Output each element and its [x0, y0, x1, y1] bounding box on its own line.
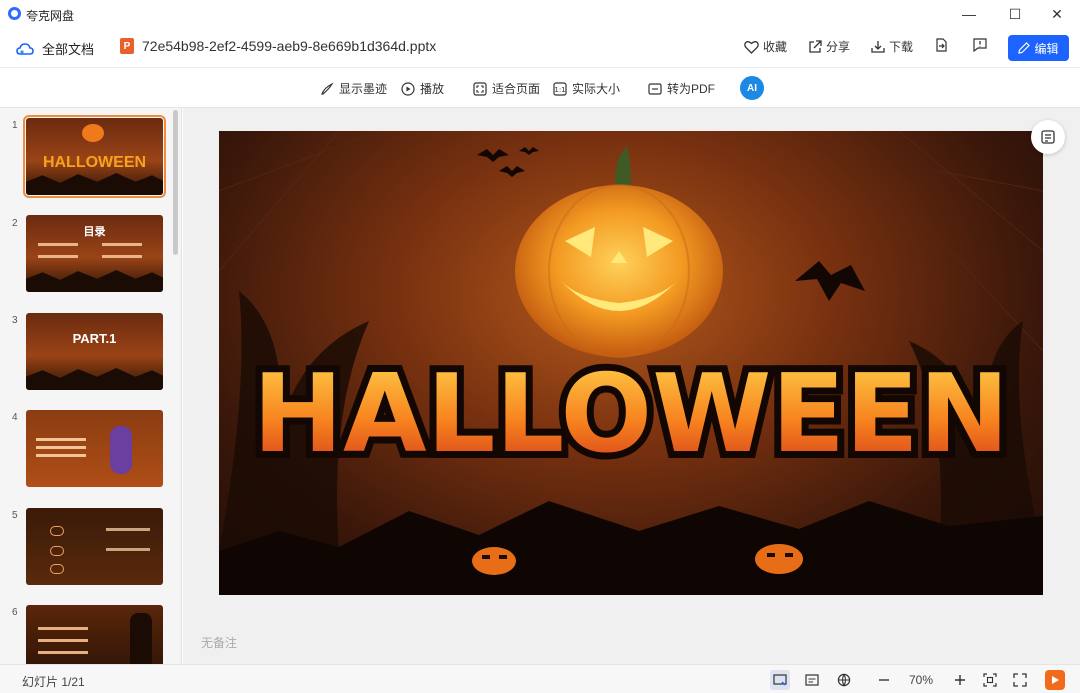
thumbnail-number: 6: [12, 607, 18, 618]
feedback-button[interactable]: [973, 38, 987, 52]
pdf-icon: [648, 82, 662, 95]
download-button[interactable]: 下载: [871, 38, 913, 55]
ink-pen-icon: [321, 82, 334, 95]
app-logo-icon: [8, 7, 21, 20]
thumbnail-title: 目录: [83, 226, 106, 238]
slide-thumbnail-2[interactable]: 目录: [26, 215, 163, 292]
thumbnail-number: 2: [12, 218, 18, 229]
close-button[interactable]: ✕: [1034, 0, 1080, 28]
svg-text:1:1: 1:1: [554, 86, 565, 94]
notes-placeholder[interactable]: 无备注: [201, 634, 237, 651]
slide-thumbnail-5[interactable]: [26, 508, 163, 585]
fit-page-icon: [473, 81, 487, 96]
fullscreen-button[interactable]: [1010, 670, 1030, 690]
thumbnail-number: 1: [12, 120, 18, 131]
slideshow-button[interactable]: [1045, 670, 1065, 690]
pencil-icon: [1018, 42, 1031, 54]
share-button[interactable]: 分享: [808, 38, 850, 55]
slide-canvas: HALLOWEEN HALLOWEEN: [219, 131, 1043, 595]
status-bar: 幻灯片 1/21 70%: [0, 664, 1080, 693]
thumbnail-scrollbar[interactable]: [173, 110, 178, 255]
slide-thumbnail-3[interactable]: PART.1: [26, 313, 163, 390]
actual-size-button[interactable]: 1:1 实际大小: [553, 80, 620, 97]
favorite-button[interactable]: 收藏: [744, 38, 787, 55]
thumbnail-number: 3: [12, 315, 18, 326]
play-label: 播放: [420, 82, 445, 96]
fullscreen-icon: [1013, 673, 1027, 687]
slide-counter: 幻灯片 1/21: [22, 675, 85, 689]
convert-pdf-button[interactable]: 转为PDF: [648, 80, 715, 97]
export-icon: [936, 38, 947, 52]
slide-thumbnail-4[interactable]: [26, 410, 163, 487]
globe-icon: [837, 673, 851, 687]
play-icon: [1052, 676, 1059, 684]
slide-thumbnail-6[interactable]: [26, 605, 163, 664]
title-bar: 夸克网盘 — ☐ ✕: [0, 0, 1080, 28]
minus-icon: [879, 679, 889, 681]
share-icon: [809, 39, 822, 53]
slide-thumbnail-1[interactable]: HALLOWEEN: [23, 115, 166, 198]
viewer-toolbar: 显示墨迹 播放 适合页面 1:1 实际大小 转为PDF AI: [0, 68, 1080, 108]
zoom-out-button[interactable]: [874, 670, 894, 690]
play-icon: [401, 81, 415, 96]
thumbnail-number: 4: [12, 412, 18, 423]
fit-page-button[interactable]: 适合页面: [473, 80, 540, 97]
all-files-button[interactable]: 全部文档: [16, 39, 94, 58]
show-ink-button[interactable]: 显示墨迹: [320, 80, 387, 97]
thumbnail-number: 5: [12, 510, 18, 521]
zoom-level[interactable]: 70%: [909, 673, 933, 687]
favorite-label: 收藏: [763, 40, 788, 54]
feedback-icon: [973, 38, 987, 52]
actual-size-icon: 1:1: [553, 81, 567, 96]
share-label: 分享: [826, 40, 851, 54]
play-button[interactable]: 播放: [401, 80, 444, 97]
file-title: P 72e54b98-2ef2-4599-aeb9-8e669b1d364d.p…: [120, 38, 436, 54]
app-name: 夸克网盘: [26, 9, 75, 23]
ai-button[interactable]: AI: [740, 76, 764, 100]
to-pdf-label: 转为PDF: [667, 82, 716, 96]
show-ink-label: 显示墨迹: [339, 82, 388, 96]
actual-size-label: 实际大小: [572, 82, 621, 96]
thumbnail-title: HALLOWEEN: [42, 154, 147, 171]
all-files-label: 全部文档: [42, 42, 95, 57]
zoom-in-button[interactable]: [950, 670, 970, 690]
fit-window-icon: [983, 673, 997, 687]
slide-view-icon: [773, 674, 787, 686]
normal-view-button[interactable]: [770, 670, 790, 690]
cloud-icon: [16, 42, 34, 55]
notes-view-icon: [805, 674, 819, 686]
maximize-button[interactable]: ☐: [992, 0, 1038, 28]
download-icon: [871, 40, 885, 53]
web-view-button[interactable]: [834, 670, 854, 690]
minimize-button[interactable]: —: [946, 0, 992, 28]
download-label: 下载: [889, 40, 914, 54]
file-name: 72e54b98-2ef2-4599-aeb9-8e669b1d364d.ppt…: [142, 38, 437, 54]
slide-thumbnail-panel[interactable]: 1 HALLOWEEN 2 目录 3 PART.1 4 5 6: [0, 108, 182, 664]
fit-window-button[interactable]: [980, 670, 1000, 690]
edit-button[interactable]: 编辑: [1008, 35, 1069, 61]
edit-label: 编辑: [1034, 41, 1059, 56]
heart-icon: [744, 40, 759, 54]
document-header: 全部文档 P 72e54b98-2ef2-4599-aeb9-8e669b1d3…: [0, 28, 1080, 68]
fit-page-label: 适合页面: [492, 82, 541, 96]
notes-toggle-button[interactable]: [1031, 120, 1065, 154]
pptx-file-icon: P: [120, 38, 134, 54]
notes-icon: [1041, 130, 1055, 144]
slide-title: HALLOWEEN: [253, 352, 1010, 477]
thumbnail-title: PART.1: [72, 331, 117, 346]
export-button[interactable]: [934, 38, 948, 52]
notes-view-button[interactable]: [802, 670, 822, 690]
plus-icon: [955, 675, 965, 685]
